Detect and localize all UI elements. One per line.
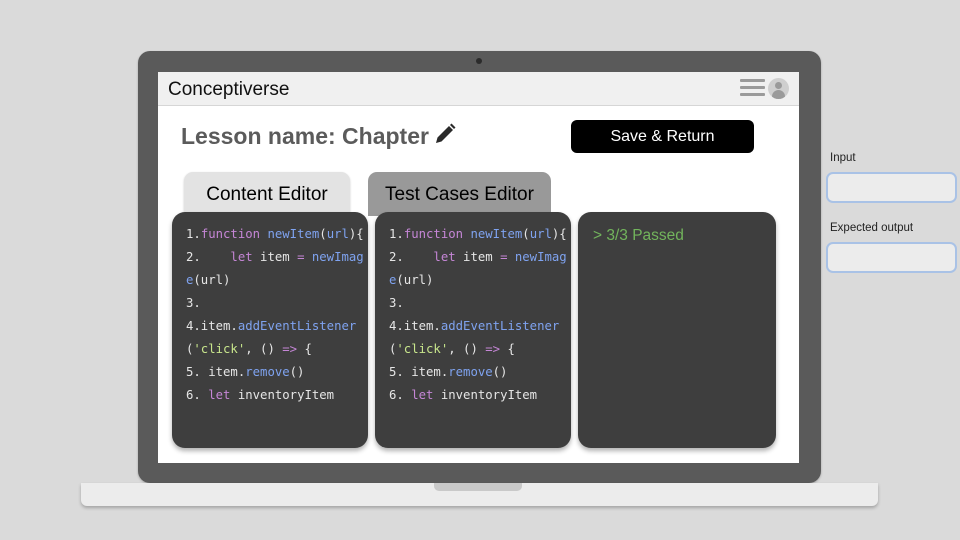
code-token: , (): [448, 342, 486, 356]
code-token: 1.: [389, 227, 404, 241]
tab-test-cases-editor[interactable]: Test Cases Editor: [368, 172, 551, 216]
code-line: 2. let item = newImage(url): [389, 246, 571, 292]
code-token: let: [208, 388, 231, 402]
code-token: remove: [245, 365, 290, 379]
code-panel-tests[interactable]: 1.function newItem(url){2. let item = ne…: [375, 212, 571, 448]
code-line: 4.item.addEventListener('click', () => {: [389, 315, 571, 361]
code-token: 2.: [186, 250, 231, 264]
hamburger-menu-icon[interactable]: [740, 79, 765, 99]
code-token: 1.: [186, 227, 201, 241]
code-token: function: [200, 227, 261, 241]
laptop-camera: [476, 58, 482, 64]
code-line: 1.function newItem(url){: [186, 223, 368, 246]
pencil-icon[interactable]: [433, 122, 457, 146]
code-line: 4.item.addEventListener('click', () => {: [186, 315, 368, 361]
code-token: 3.: [389, 296, 404, 310]
code-line: 5. item.remove(): [389, 361, 571, 384]
code-token: {: [297, 342, 312, 356]
code-line: 3.: [186, 292, 368, 315]
input-label: Input: [830, 152, 856, 164]
code-token: addEventListener: [440, 319, 560, 333]
code-token: 'click': [193, 342, 246, 356]
code-token: item: [252, 250, 298, 264]
code-token: (: [522, 227, 530, 241]
code-token: 4.item.: [389, 319, 441, 333]
code-token: 5. item.: [389, 365, 449, 379]
code-token: ){: [551, 227, 567, 241]
code-token: url: [529, 227, 552, 241]
laptop-notch: [434, 483, 522, 491]
app-screen: Conceptiverse Lesson name: Chapter Save …: [158, 72, 799, 463]
test-results-panel: > 3/3 Passed: [578, 212, 776, 448]
code-line: 6. let inventoryItem: [186, 384, 368, 407]
code-token: 'click': [396, 342, 449, 356]
avatar-icon[interactable]: [768, 78, 789, 99]
code-token: url: [326, 227, 349, 241]
code-token: let: [230, 250, 253, 264]
code-token: {: [500, 342, 515, 356]
code-token: addEventListener: [237, 319, 357, 333]
code-token: function: [403, 227, 464, 241]
code-token: 6.: [389, 388, 412, 402]
code-token: 4.item.: [186, 319, 238, 333]
code-token: =>: [282, 342, 298, 356]
expected-output-label: Expected output: [830, 222, 914, 234]
expected-output-field[interactable]: [826, 242, 957, 273]
app-title: Conceptiverse: [168, 79, 290, 100]
code-token: 5. item.: [186, 365, 246, 379]
code-token: 2.: [389, 250, 434, 264]
code-token: inventoryItem: [230, 388, 335, 402]
code-lines: 1.function newItem(url){2. let item = ne…: [375, 212, 571, 407]
tab-content-editor[interactable]: Content Editor: [184, 172, 350, 216]
code-token: item: [455, 250, 501, 264]
code-line: 5. item.remove(): [186, 361, 368, 384]
code-line: 3.: [389, 292, 571, 315]
code-token: 6.: [186, 388, 209, 402]
input-field[interactable]: [826, 172, 957, 203]
test-result-status: > 3/3 Passed: [593, 227, 684, 244]
code-token: remove: [448, 365, 493, 379]
code-token: (url): [396, 273, 434, 287]
code-token: (): [289, 365, 305, 379]
lesson-name-title: Lesson name: Chapter: [181, 123, 429, 149]
code-token: (): [492, 365, 508, 379]
code-token: let: [433, 250, 456, 264]
code-token: newItem: [267, 227, 320, 241]
code-lines: 1.function newItem(url){2. let item = ne…: [172, 212, 368, 407]
save-return-button[interactable]: Save & Return: [571, 120, 754, 153]
code-token: =>: [485, 342, 501, 356]
code-token: let: [411, 388, 434, 402]
code-line: 1.function newItem(url){: [389, 223, 571, 246]
code-token: 3.: [186, 296, 201, 310]
top-bar: Conceptiverse: [158, 72, 799, 106]
code-token: ){: [348, 227, 364, 241]
code-line: 2. let item = newImage(url): [186, 246, 368, 292]
code-token: , (): [245, 342, 283, 356]
code-line: 6. let inventoryItem: [389, 384, 571, 407]
code-panel-content[interactable]: 1.function newItem(url){2. let item = ne…: [172, 212, 368, 448]
code-token: newItem: [470, 227, 523, 241]
code-token: (: [319, 227, 327, 241]
code-token: inventoryItem: [433, 388, 538, 402]
code-token: (url): [193, 273, 231, 287]
